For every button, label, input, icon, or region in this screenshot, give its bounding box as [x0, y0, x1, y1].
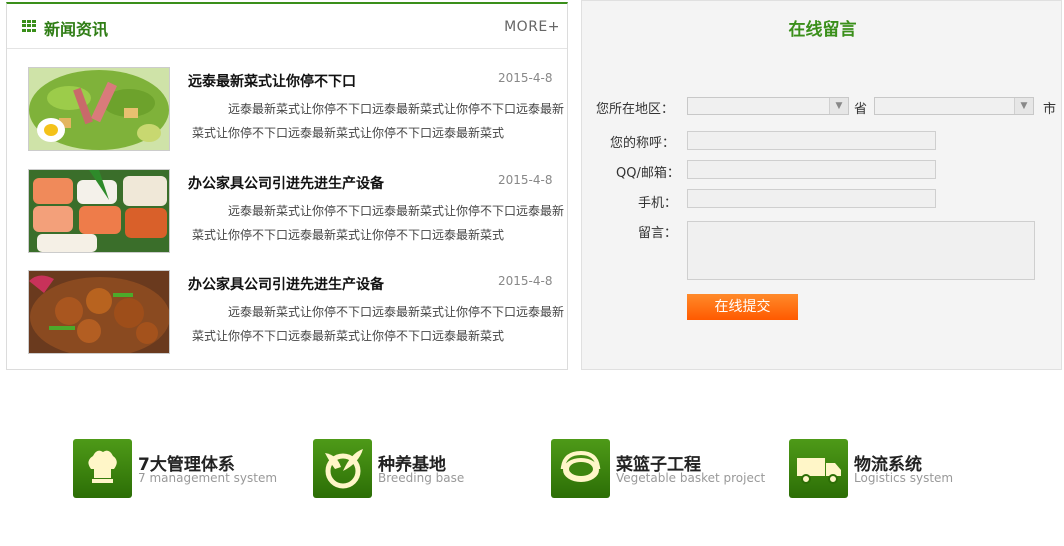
region-label: 您所在地区： [596, 102, 675, 117]
news-item-date: 2015-4-8 [498, 173, 553, 187]
phone-input[interactable] [687, 189, 936, 208]
news-item[interactable]: 办公家具公司引进先进生产设备 2015-4-8 远泰最新菜式让你停不下口远泰最新… [28, 270, 568, 356]
news-item-title[interactable]: 办公家具公司引进先进生产设备 [188, 173, 384, 193]
city-select[interactable]: ▼ [874, 97, 1034, 115]
chevron-down-icon: ▼ [829, 98, 848, 114]
truck-icon [789, 439, 848, 498]
city-unit: 市 [1043, 102, 1057, 117]
message-panel: 在线留言 您所在地区： ▼ 省 ▼ 市 您的称呼： QQ/邮箱： 手机： 留言：… [581, 0, 1062, 370]
news-panel: 新闻资讯 MORE+ 远泰最新菜式让你停不下口 2015-4-8 远泰最新菜式让… [6, 2, 568, 370]
chevron-down-icon: ▼ [1014, 98, 1033, 114]
feature-subtitle: Vegetable basket project [616, 471, 766, 485]
qq-label: QQ/邮箱： [616, 166, 680, 181]
phone-label: 手机： [638, 196, 678, 211]
news-item-title[interactable]: 办公家具公司引进先进生产设备 [188, 274, 384, 294]
feature-subtitle: Logistics system [854, 471, 954, 485]
feature-subtitle: 7 management system [138, 471, 278, 485]
name-input[interactable] [687, 131, 936, 150]
province-select[interactable]: ▼ [687, 97, 849, 115]
grid-icon [22, 20, 36, 32]
province-unit: 省 [854, 102, 868, 117]
message-label: 留言： [638, 226, 678, 241]
sprout-icon [313, 439, 372, 498]
news-item-date: 2015-4-8 [498, 274, 553, 288]
news-item-date: 2015-4-8 [498, 71, 553, 85]
submit-button[interactable]: 在线提交 [687, 294, 798, 320]
news-item-title[interactable]: 远泰最新菜式让你停不下口 [188, 71, 356, 91]
news-title: 新闻资讯 [44, 20, 109, 39]
chef-hat-icon [73, 439, 132, 498]
feature-subtitle: Breeding base [378, 471, 465, 485]
more-link[interactable]: MORE+ [504, 19, 560, 35]
news-item-desc: 远泰最新菜式让你停不下口远泰最新菜式让你停不下口远泰最新菜式让你停不下口远泰最新… [192, 305, 564, 343]
news-item-desc: 远泰最新菜式让你停不下口远泰最新菜式让你停不下口远泰最新菜式让你停不下口远泰最新… [192, 102, 564, 140]
chicken-dish-image[interactable] [28, 270, 170, 354]
news-item[interactable]: 远泰最新菜式让你停不下口 2015-4-8 远泰最新菜式让你停不下口远泰最新菜式… [28, 67, 568, 153]
news-item-desc: 远泰最新菜式让你停不下口远泰最新菜式让你停不下口远泰最新菜式让你停不下口远泰最新… [192, 204, 564, 242]
qq-email-input[interactable] [687, 160, 936, 179]
message-textarea[interactable] [687, 221, 1035, 280]
news-item[interactable]: 办公家具公司引进先进生产设备 2015-4-8 远泰最新菜式让你停不下口远泰最新… [28, 169, 568, 255]
salad-image[interactable] [28, 67, 170, 151]
news-header: 新闻资讯 MORE+ [7, 4, 567, 49]
name-label: 您的称呼： [610, 136, 676, 151]
message-title: 在线留言 [788, 20, 857, 40]
sushi-image[interactable] [28, 169, 170, 253]
basket-icon [551, 439, 610, 498]
